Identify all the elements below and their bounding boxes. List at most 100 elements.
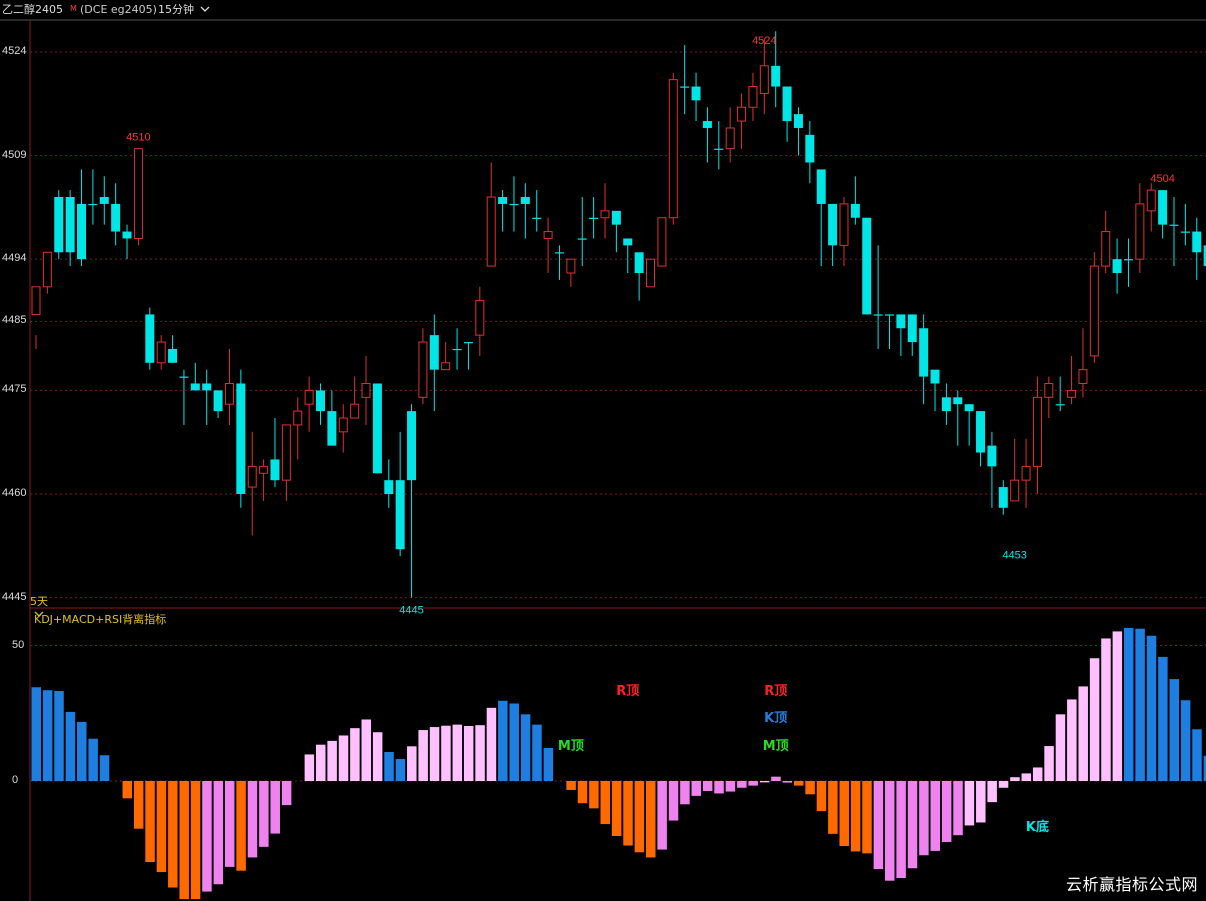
price-tick-label: 4485	[2, 314, 27, 327]
candle-body	[338, 417, 348, 433]
candle	[202, 369, 212, 425]
indicator-bar	[566, 781, 576, 790]
candle-body	[1192, 231, 1202, 253]
candle	[475, 286, 485, 356]
indicator-bar	[270, 781, 280, 834]
candle-body	[270, 459, 280, 481]
indicator-bar	[54, 691, 64, 781]
indicator-bar	[168, 781, 178, 888]
candle-body	[316, 390, 325, 412]
candle-body	[964, 404, 974, 412]
indicator-bar	[498, 700, 508, 781]
indicator-bar	[224, 781, 235, 867]
days-label: 5天	[30, 595, 48, 608]
candle-body	[862, 217, 872, 315]
candle-body	[54, 197, 64, 253]
chart-canvas: 4510 4445 4524 4453 4504 R顶 M顶 R顶 K顶 M顶 K底	[0, 19, 1206, 901]
candle-body	[145, 314, 155, 363]
candle	[998, 480, 1008, 515]
candle	[372, 383, 382, 474]
candle-body	[1135, 203, 1145, 260]
candle-body	[646, 258, 656, 288]
candle	[361, 355, 371, 425]
candle	[224, 348, 234, 425]
candle	[304, 376, 314, 432]
candle-body	[839, 203, 849, 246]
indicator-bar	[611, 781, 622, 837]
indicator-bar	[122, 781, 133, 799]
indicator-bar	[304, 754, 315, 781]
indicator-bar	[99, 755, 110, 781]
candle	[941, 383, 951, 425]
candle	[964, 404, 974, 446]
price-tick-label: 4509	[2, 148, 27, 161]
candle-body	[1180, 231, 1190, 233]
indicator-bar	[1135, 628, 1145, 781]
candle-body	[395, 480, 405, 550]
indicator-bar	[1089, 658, 1100, 781]
candle	[885, 314, 894, 349]
price-tick-label: 4475	[2, 383, 27, 396]
candle	[1010, 438, 1020, 502]
candle	[725, 107, 735, 163]
candle	[1158, 190, 1168, 239]
indicator-bar	[702, 781, 713, 792]
candle	[156, 335, 166, 370]
candle	[1123, 238, 1133, 287]
candle-body	[418, 341, 428, 398]
candle	[873, 245, 883, 349]
indicator-bar	[179, 781, 189, 900]
candle-body	[293, 410, 303, 426]
divergence-signal-label: R顶	[616, 684, 639, 699]
candle-body	[498, 197, 508, 204]
indicator-bar	[896, 781, 906, 879]
candle-body	[759, 65, 769, 94]
candle	[1112, 238, 1122, 294]
candle	[714, 121, 724, 170]
candle	[680, 45, 690, 115]
indicator-bar	[850, 781, 861, 852]
indicator-bar	[418, 730, 428, 781]
candle-body	[384, 480, 394, 494]
indicator-bar	[88, 738, 98, 781]
indicator-bar	[748, 781, 758, 786]
indicator-bar	[520, 714, 531, 781]
candle	[213, 390, 223, 419]
indicator-bar	[190, 781, 201, 900]
indicator-bar	[338, 735, 349, 781]
candle-body	[850, 203, 860, 218]
candle	[1089, 252, 1099, 363]
candle-body	[805, 134, 815, 163]
candle-body	[99, 197, 109, 204]
indicator-bar	[782, 781, 793, 783]
price-extreme-label: 4445	[399, 605, 423, 617]
candle	[407, 404, 417, 598]
candle	[247, 431, 257, 536]
indicator-bar	[532, 724, 542, 781]
candle-body	[361, 382, 371, 398]
indicator-bar	[77, 721, 87, 781]
candle	[1055, 376, 1065, 412]
indicator-bar	[907, 781, 918, 869]
candle	[1044, 376, 1054, 419]
indicator-bar	[919, 781, 929, 856]
indicator-bar	[486, 707, 497, 781]
candle-body	[691, 86, 701, 101]
indicator-bar	[452, 724, 463, 781]
candle	[31, 286, 41, 349]
indicator-bar	[372, 732, 383, 781]
indicator-bar	[202, 781, 212, 892]
candle-body	[281, 424, 291, 481]
indicator-bar	[1180, 700, 1191, 781]
candle	[1067, 355, 1077, 405]
indicator-bar	[1101, 638, 1111, 781]
divergence-signal-label: M顶	[558, 739, 584, 754]
candle	[1032, 376, 1042, 494]
candle	[543, 217, 553, 273]
candle	[1146, 183, 1156, 232]
candle-body	[1021, 465, 1031, 481]
candles-group	[31, 31, 1206, 598]
indicator-selector[interactable]: KDJ+MACD+RSI背离指标	[34, 611, 166, 627]
indicator-bar	[543, 747, 554, 781]
divergence-signal-label: M顶	[763, 739, 789, 754]
